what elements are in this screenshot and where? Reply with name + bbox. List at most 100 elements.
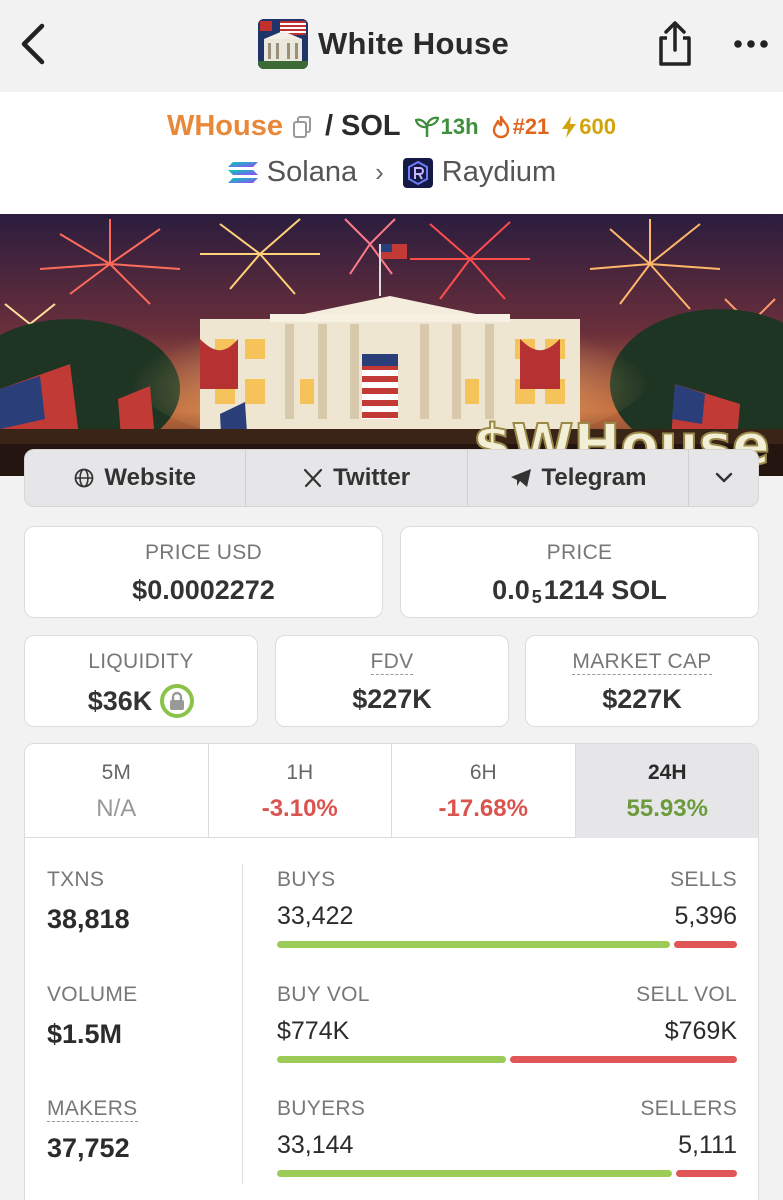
tab-label: 1H	[286, 761, 314, 784]
price-native-label: PRICE	[546, 541, 613, 564]
volume-stat: VOLUME $1.5M	[47, 983, 138, 1050]
solana-icon	[227, 161, 258, 183]
sell-bar-segment	[673, 941, 737, 948]
tab-6h[interactable]: 6H -17.68%	[392, 744, 576, 838]
buys-sells-bar	[277, 941, 737, 948]
rank-value: #21	[512, 113, 550, 139]
buy-bar-segment	[277, 1056, 506, 1063]
buyers-sellers-row: BUYERS SELLERS 33,144 5,111	[277, 1097, 737, 1177]
tab-change: -17.68%	[438, 795, 528, 822]
buys-value: 33,422	[277, 902, 354, 930]
more-options-icon[interactable]	[731, 36, 771, 52]
lock-icon[interactable]	[160, 684, 195, 718]
back-arrow-icon[interactable]	[14, 22, 54, 66]
breadcrumb-chevron-icon: ›	[375, 157, 384, 187]
liquidity-value-row: $36K	[25, 684, 257, 718]
age-value: 13h	[440, 113, 479, 139]
buy-bar-segment	[277, 941, 670, 948]
tab-label: 5M	[101, 761, 131, 784]
volume-split-row: BUY VOL SELL VOL $774K $769K	[277, 983, 737, 1063]
trending-rank-badge[interactable]: #21	[491, 113, 550, 140]
buys-sells-row: BUYS SELLS 33,422 5,396	[277, 868, 737, 948]
token-logo	[258, 19, 308, 69]
buy-vol-value: $774K	[277, 1017, 350, 1045]
telegram-icon	[510, 469, 531, 487]
pair-separator: /	[324, 110, 334, 142]
twitter-link[interactable]: Twitter	[246, 450, 468, 506]
timeframe-tabs: 5M N/A 1H -3.10% 6H -17.68% 24H 55.93%	[25, 744, 758, 838]
chain-breadcrumb: Solana › Raydium	[0, 156, 783, 189]
makers-label[interactable]: MAKERS	[47, 1097, 138, 1122]
globe-icon	[74, 468, 94, 488]
copy-icon[interactable]	[291, 115, 313, 139]
sell-vol-value: $769K	[664, 1017, 737, 1045]
buyers-value: 33,144	[277, 1131, 354, 1159]
social-links-bar: Website Twitter Telegram	[24, 449, 759, 507]
tab-label: 24H	[647, 761, 687, 784]
tab-5m[interactable]: 5M N/A	[25, 744, 209, 838]
twitter-label: Twitter	[333, 464, 411, 491]
tab-1h[interactable]: 1H -3.10%	[209, 744, 392, 838]
chevron-down-icon	[715, 472, 732, 483]
price-usd-value: $0.0002272	[132, 575, 275, 605]
volume-label: VOLUME	[47, 983, 138, 1006]
txns-value: 38,818	[47, 904, 130, 934]
top-bar: White House	[0, 0, 783, 92]
buyers-label: BUYERS	[277, 1097, 366, 1120]
tab-24h[interactable]: 24H 55.93%	[575, 744, 758, 838]
price-usd-card: PRICE USD $0.0002272	[24, 526, 383, 618]
sell-bar-segment	[675, 1170, 737, 1177]
pair-line: WHouse / SOL 13h #21 600	[0, 110, 783, 143]
header-title-group: White House	[258, 18, 509, 70]
market-cap-label[interactable]: MARKET CAP	[572, 650, 712, 675]
sells-label: SELLS	[670, 868, 737, 891]
txns-label: TXNS	[47, 868, 105, 891]
buy-bar-segment	[277, 1170, 672, 1177]
sell-vol-label: SELL VOL	[636, 983, 737, 1006]
sell-bar-segment	[509, 1056, 737, 1063]
pair-info: WHouse / SOL 13h #21 600 Solana › Raydiu…	[0, 92, 783, 214]
price-suffix: 1214 SOL	[543, 575, 667, 605]
price-prefix: 0.0	[492, 575, 530, 605]
flame-icon	[492, 115, 509, 138]
volume-split-bar	[277, 1056, 737, 1063]
tab-change: 55.93%	[626, 795, 708, 822]
column-divider	[242, 864, 243, 1184]
fdv-value: $227K	[352, 684, 432, 714]
token-symbol: WHouse	[166, 110, 283, 142]
makers-value: 37,752	[47, 1133, 130, 1163]
txns-stat: TXNS 38,818	[47, 868, 130, 935]
dex-name[interactable]: Raydium	[442, 156, 556, 189]
tab-change: -3.10%	[261, 795, 338, 822]
price-native-card: PRICE 0.0 51214 SOL	[400, 526, 759, 618]
tab-label: 6H	[469, 761, 497, 784]
sellers-value: 5,111	[678, 1131, 737, 1159]
age-badge: 13h	[414, 113, 479, 140]
fdv-card: FDV $227K	[275, 635, 509, 727]
token-banner-image: $WHouse	[0, 214, 783, 476]
price-usd-label: PRICE USD	[144, 541, 263, 564]
fdv-label[interactable]: FDV	[370, 650, 414, 675]
liquidity-label: LIQUIDITY	[88, 650, 194, 673]
makers-stat: MAKERS 37,752	[47, 1097, 138, 1164]
chain-name[interactable]: Solana	[267, 156, 357, 189]
seedling-icon	[414, 116, 439, 137]
website-label: Website	[104, 464, 196, 491]
price-native-value: 0.0 51214 SOL	[401, 575, 758, 607]
website-link[interactable]: Website	[25, 450, 247, 506]
x-logo-icon	[304, 468, 323, 488]
buy-vol-label: BUY VOL	[277, 983, 370, 1006]
buyers-sellers-bar	[277, 1170, 737, 1177]
share-icon[interactable]	[653, 20, 697, 68]
price-zero-count: 5	[531, 587, 542, 607]
more-links-button[interactable]	[689, 450, 758, 506]
boost-badge[interactable]: 600	[561, 114, 616, 140]
telegram-link[interactable]: Telegram	[468, 450, 690, 506]
market-cap-value: $227K	[602, 684, 682, 714]
transactions-panel: 5M N/A 1H -3.10% 6H -17.68% 24H 55.93% T…	[24, 743, 759, 1200]
sells-value: 5,396	[674, 902, 737, 930]
raydium-icon	[402, 157, 433, 188]
telegram-label: Telegram	[541, 464, 647, 491]
liquidity-value: $36K	[87, 685, 153, 716]
lightning-icon	[562, 115, 577, 138]
